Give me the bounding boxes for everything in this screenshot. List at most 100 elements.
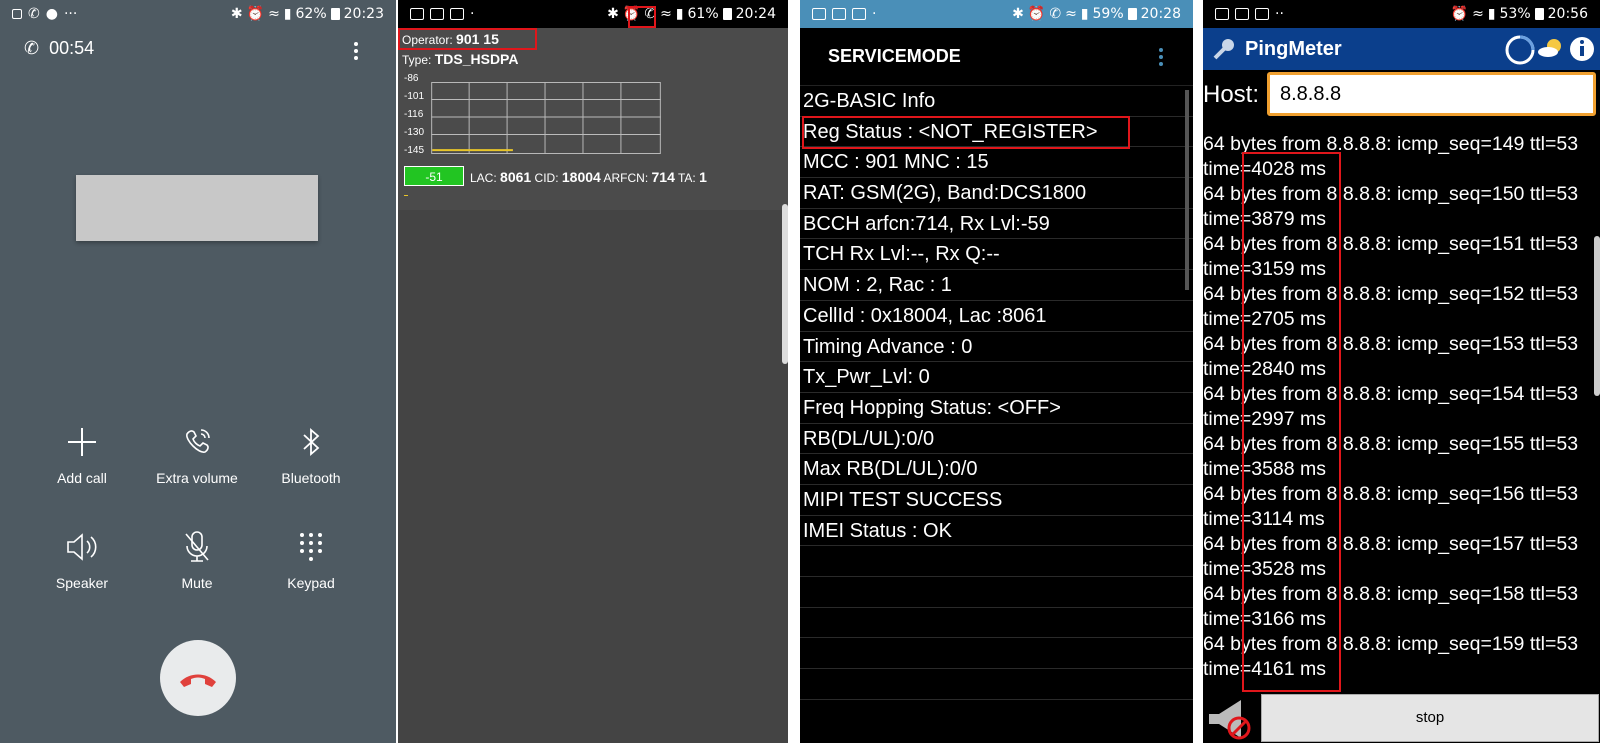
service-mode-panel: · ✱ ⏰ ✆ ≈ ▮ 59% 20:28 SERVICEMODE 2G-BAS…	[800, 0, 1193, 743]
wifi-call-icon: ✆	[1049, 6, 1062, 22]
bluetooth-status-icon: ✱	[1012, 6, 1024, 22]
bluetooth-button[interactable]: Bluetooth	[256, 422, 366, 486]
call-screen-panel: ✆ ● ··· ✱ ⏰ ≈ ▮ 62% 20:23 ✆ 00:54 Add ca…	[0, 0, 396, 743]
extra-volume-button[interactable]: Extra volume	[142, 422, 252, 486]
wifi-icon: ≈	[268, 6, 280, 22]
list-item-empty	[800, 608, 1193, 639]
list-item: Timing Advance : 0	[800, 332, 1193, 363]
y-tick-label: -101	[404, 91, 425, 102]
notification-icon	[12, 9, 22, 19]
plus-icon	[27, 422, 137, 462]
scrollbar[interactable]	[1185, 90, 1189, 290]
gallery-icon	[410, 8, 424, 20]
keypad-button[interactable]: Keypad	[256, 527, 366, 591]
app-title: PingMeter	[1245, 37, 1342, 60]
mute-label: Mute	[181, 575, 213, 591]
signal-icon: ▮	[283, 6, 292, 22]
list-item: Max RB(DL/UL):0/0	[800, 454, 1193, 485]
info-list: 2G-BASIC Info Reg Status : <NOT_REGISTER…	[800, 86, 1193, 700]
cid-label: CID:	[534, 171, 559, 185]
stop-button[interactable]: stop	[1261, 694, 1599, 742]
phone-icon: ✆	[28, 6, 40, 22]
loading-spinner-icon	[1505, 35, 1535, 65]
cell-params-line: LAC: 8061 CID: 18004 ARFCN: 714 TA: 1	[470, 169, 707, 185]
type-value: TDS_HSDPA	[434, 51, 519, 67]
screen-icon	[450, 8, 464, 20]
bluetooth-label: Bluetooth	[281, 470, 341, 486]
wifi-icon: ≈	[1065, 6, 1077, 22]
add-call-label: Add call	[57, 470, 107, 486]
host-input[interactable]	[1267, 72, 1596, 116]
edge-panel-handle[interactable]	[1594, 236, 1600, 396]
pingmeter-panel: ·· ⏰ ≈ ▮ 53% 20:56 PingMeter Host: 64 by…	[1203, 0, 1600, 743]
app-title: SERVICEMODE	[828, 46, 961, 66]
operator-line: Operator: 901 15	[402, 31, 499, 47]
list-item: RAT: GSM(2G), Band:DCS1800	[800, 178, 1193, 209]
app-title-bar: PingMeter	[1203, 28, 1600, 70]
signal-icon: ▮	[1487, 6, 1496, 22]
list-item-empty	[800, 669, 1193, 700]
speaker-button[interactable]: Speaker	[27, 527, 137, 591]
screen-icon	[1255, 8, 1269, 20]
speaker-label: Speaker	[55, 575, 109, 591]
bottom-bar: stop	[1203, 692, 1600, 743]
status-bar: ·· ⏰ ≈ ▮ 53% 20:56	[1203, 0, 1600, 28]
operator-label: Operator:	[402, 33, 453, 47]
end-call-button[interactable]	[160, 640, 236, 716]
speaker-icon	[27, 527, 137, 567]
list-item: NOM : 2, Rac : 1	[800, 270, 1193, 301]
list-item: RB(DL/UL):0/0	[800, 424, 1193, 455]
panel-divider	[788, 0, 790, 743]
bluetooth-status-icon: ✱	[230, 6, 243, 22]
gallery-icon	[1215, 8, 1229, 20]
status-bar: ✆ ● ··· ✱ ⏰ ≈ ▮ 62% 20:23	[0, 0, 396, 28]
signal-icon: ▮	[1080, 6, 1089, 22]
ta-value: 1	[699, 169, 707, 185]
call-wifi-icon: ✆	[24, 38, 40, 58]
operator-value: 901 15	[456, 31, 499, 47]
y-tick-label: -130	[404, 127, 425, 138]
list-item: TCH Rx Lvl:--, Rx Q:--	[800, 239, 1193, 271]
call-timer: ✆ 00:54	[24, 38, 94, 59]
list-item: BCCH arfcn:714, Rx Lvl:-59	[800, 209, 1193, 240]
highlight-box-wifi-call	[628, 6, 656, 28]
megaphone-icon[interactable]	[1205, 696, 1257, 742]
info-icon[interactable]	[1568, 34, 1596, 64]
battery-icon	[330, 8, 340, 20]
lac-label: LAC:	[470, 171, 497, 185]
trace-marker	[404, 195, 408, 196]
battery-icon	[722, 8, 732, 20]
mute-icon	[142, 527, 252, 567]
add-call-button[interactable]: Add call	[27, 422, 137, 486]
list-item-empty	[800, 546, 1193, 577]
list-item: MCC : 901 MNC : 15	[800, 147, 1193, 179]
more-options-icon[interactable]	[1159, 48, 1163, 66]
wifi-icon: ≈	[1472, 6, 1484, 22]
signal-icon: ▮	[675, 6, 684, 22]
mute-button[interactable]: Mute	[142, 527, 252, 591]
panel-divider	[1193, 0, 1203, 743]
more-notifications-icon: ··	[1275, 6, 1284, 22]
y-tick-label: -86	[404, 73, 419, 84]
app-notification-icon	[1235, 8, 1249, 20]
keypad-label: Keypad	[287, 575, 335, 591]
y-tick-label: -116	[404, 109, 424, 120]
notification-icon	[832, 8, 846, 20]
weather-icon[interactable]	[1536, 34, 1566, 64]
host-row: Host:	[1203, 70, 1600, 118]
battery-icon	[1127, 8, 1137, 20]
network-monitor-panel: · ✱ ⏰ ✆ ≈ ▮ 61% 20:24 Operator: 901 15 T…	[398, 0, 788, 743]
type-label: Type:	[402, 53, 432, 67]
wifi-icon: ≈	[660, 6, 672, 22]
battery-percent: 59%	[1092, 6, 1124, 22]
cid-value: 18004	[561, 169, 601, 185]
more-options-icon[interactable]	[354, 42, 358, 60]
wrench-logo-icon	[1213, 39, 1234, 60]
battery-percent: 61%	[687, 6, 719, 22]
alarm-icon: ⏰	[246, 6, 265, 22]
screen-icon	[852, 8, 866, 20]
keypad-icon	[256, 527, 366, 567]
highlight-box-times	[1242, 152, 1341, 692]
arfcn-value: 714	[651, 169, 675, 185]
highlight-box-reg-status	[802, 116, 1130, 149]
